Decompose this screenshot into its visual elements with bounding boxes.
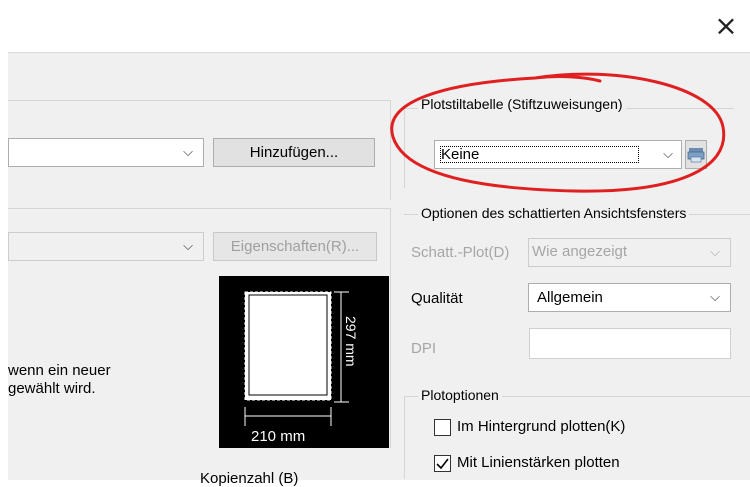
chevron-down-icon: ⌵ xyxy=(183,145,193,160)
plot-options-group-border xyxy=(404,396,405,479)
dpi-label: DPI xyxy=(411,340,437,357)
paper-group-frame xyxy=(8,208,391,209)
close-button[interactable]: × xyxy=(708,10,744,42)
notice-text-line2: gewählt wird. xyxy=(8,380,96,397)
red-annotation-ellipse xyxy=(390,72,726,193)
shade-plot-value: Wie angezeigt xyxy=(532,243,628,260)
printer-group-frame xyxy=(8,100,391,101)
chevron-down-icon: ⌵ xyxy=(183,239,193,254)
checkmark-icon xyxy=(436,458,449,470)
notice-text-line1: wenn ein neuer xyxy=(8,362,111,379)
shade-plot-select[interactable]: Wie angezeigt ⌵ xyxy=(528,238,731,267)
plot-options-group-title: Plotoptionen xyxy=(418,387,502,403)
lineweights-checkbox[interactable] xyxy=(434,455,451,472)
lineweights-label: Mit Linienstärken plotten xyxy=(457,454,620,471)
add-button[interactable]: Hinzufügen... xyxy=(213,138,375,167)
paper-height-label: 297 mm xyxy=(343,316,359,367)
paper-width-label: 210 mm xyxy=(251,428,306,445)
paper-group-border xyxy=(390,208,391,448)
chevron-down-icon: ⌵ xyxy=(710,290,720,305)
quality-select[interactable]: Allgemein ⌵ xyxy=(528,283,731,312)
printer-select[interactable]: ⌵ xyxy=(8,138,204,167)
background-plot-checkbox[interactable] xyxy=(434,419,451,436)
paper-preview-graphic xyxy=(244,291,349,426)
paper-select[interactable]: ⌵ xyxy=(8,232,204,261)
title-bar xyxy=(0,0,750,52)
background-plot-label: Im Hintergrund plotten(K) xyxy=(457,418,626,435)
shade-plot-label: Schatt.-Plot(D) xyxy=(411,244,510,261)
paper-preview: 297 mm 210 mm xyxy=(219,276,389,448)
quality-label: Qualität xyxy=(411,290,463,307)
quality-value: Allgemein xyxy=(537,289,603,306)
properties-button[interactable]: Eigenschaften(R)... xyxy=(213,232,377,261)
chevron-down-icon: ⌵ xyxy=(710,245,720,260)
shaded-group-title: Optionen des schattierten Ansichtsfenste… xyxy=(418,205,690,221)
dpi-field[interactable] xyxy=(529,328,731,359)
